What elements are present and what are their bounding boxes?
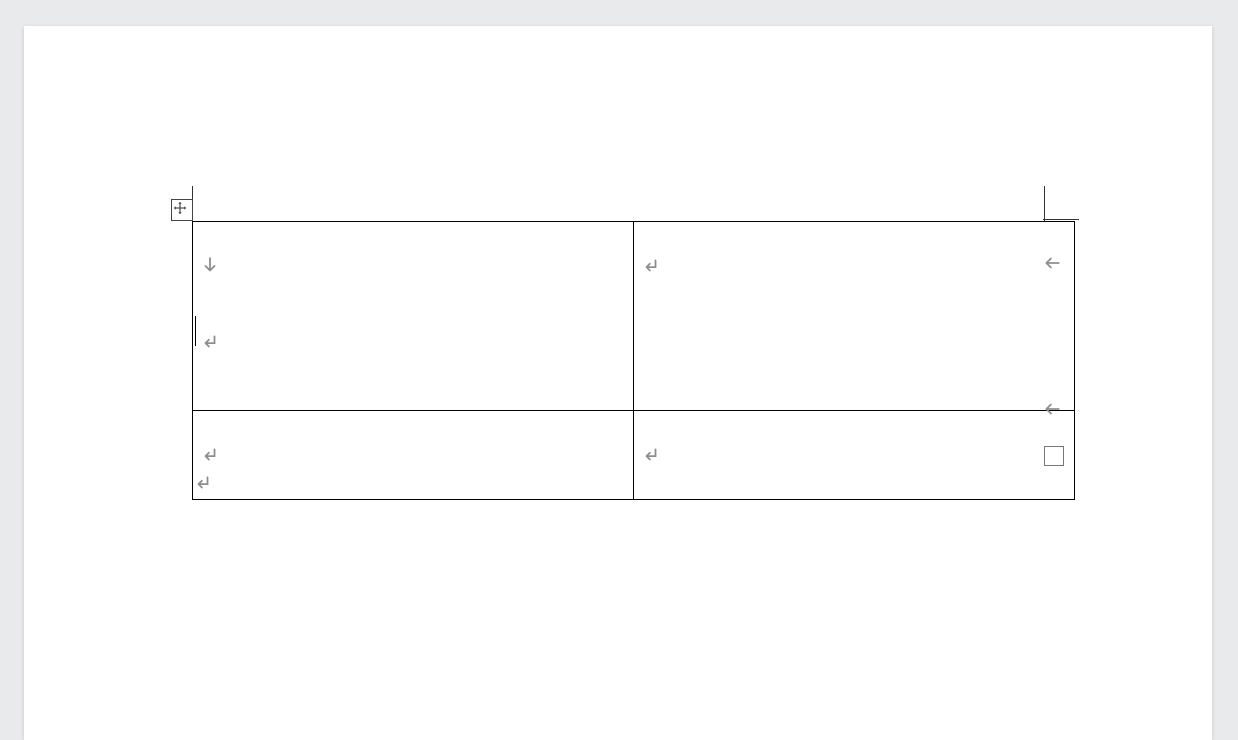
paragraph-mark: [194, 474, 212, 497]
pilcrow-return-icon: [201, 446, 219, 464]
table-row[interactable]: [193, 411, 1075, 500]
table-resize-handle[interactable]: [1044, 446, 1064, 466]
table-move-handle[interactable]: [171, 199, 193, 221]
pilcrow-return-icon: [642, 446, 660, 464]
pilcrow-return-icon: [194, 474, 212, 492]
table-cell[interactable]: [193, 222, 634, 411]
newline-down-icon: [201, 257, 219, 275]
row-end-mark: [1043, 400, 1061, 418]
pilcrow-return-icon: [642, 257, 660, 275]
pilcrow-return-icon: [201, 333, 219, 351]
table-row[interactable]: [193, 222, 1075, 411]
text-cursor: [195, 316, 196, 346]
column-guide-right: [1044, 186, 1045, 221]
move-icon: [173, 201, 191, 219]
table-cell[interactable]: [634, 222, 1075, 411]
table-cell[interactable]: [634, 411, 1075, 500]
document-page[interactable]: [24, 26, 1212, 740]
document-table[interactable]: [192, 221, 1075, 500]
row-end-mark: [1043, 254, 1061, 272]
table-cell[interactable]: [193, 411, 634, 500]
